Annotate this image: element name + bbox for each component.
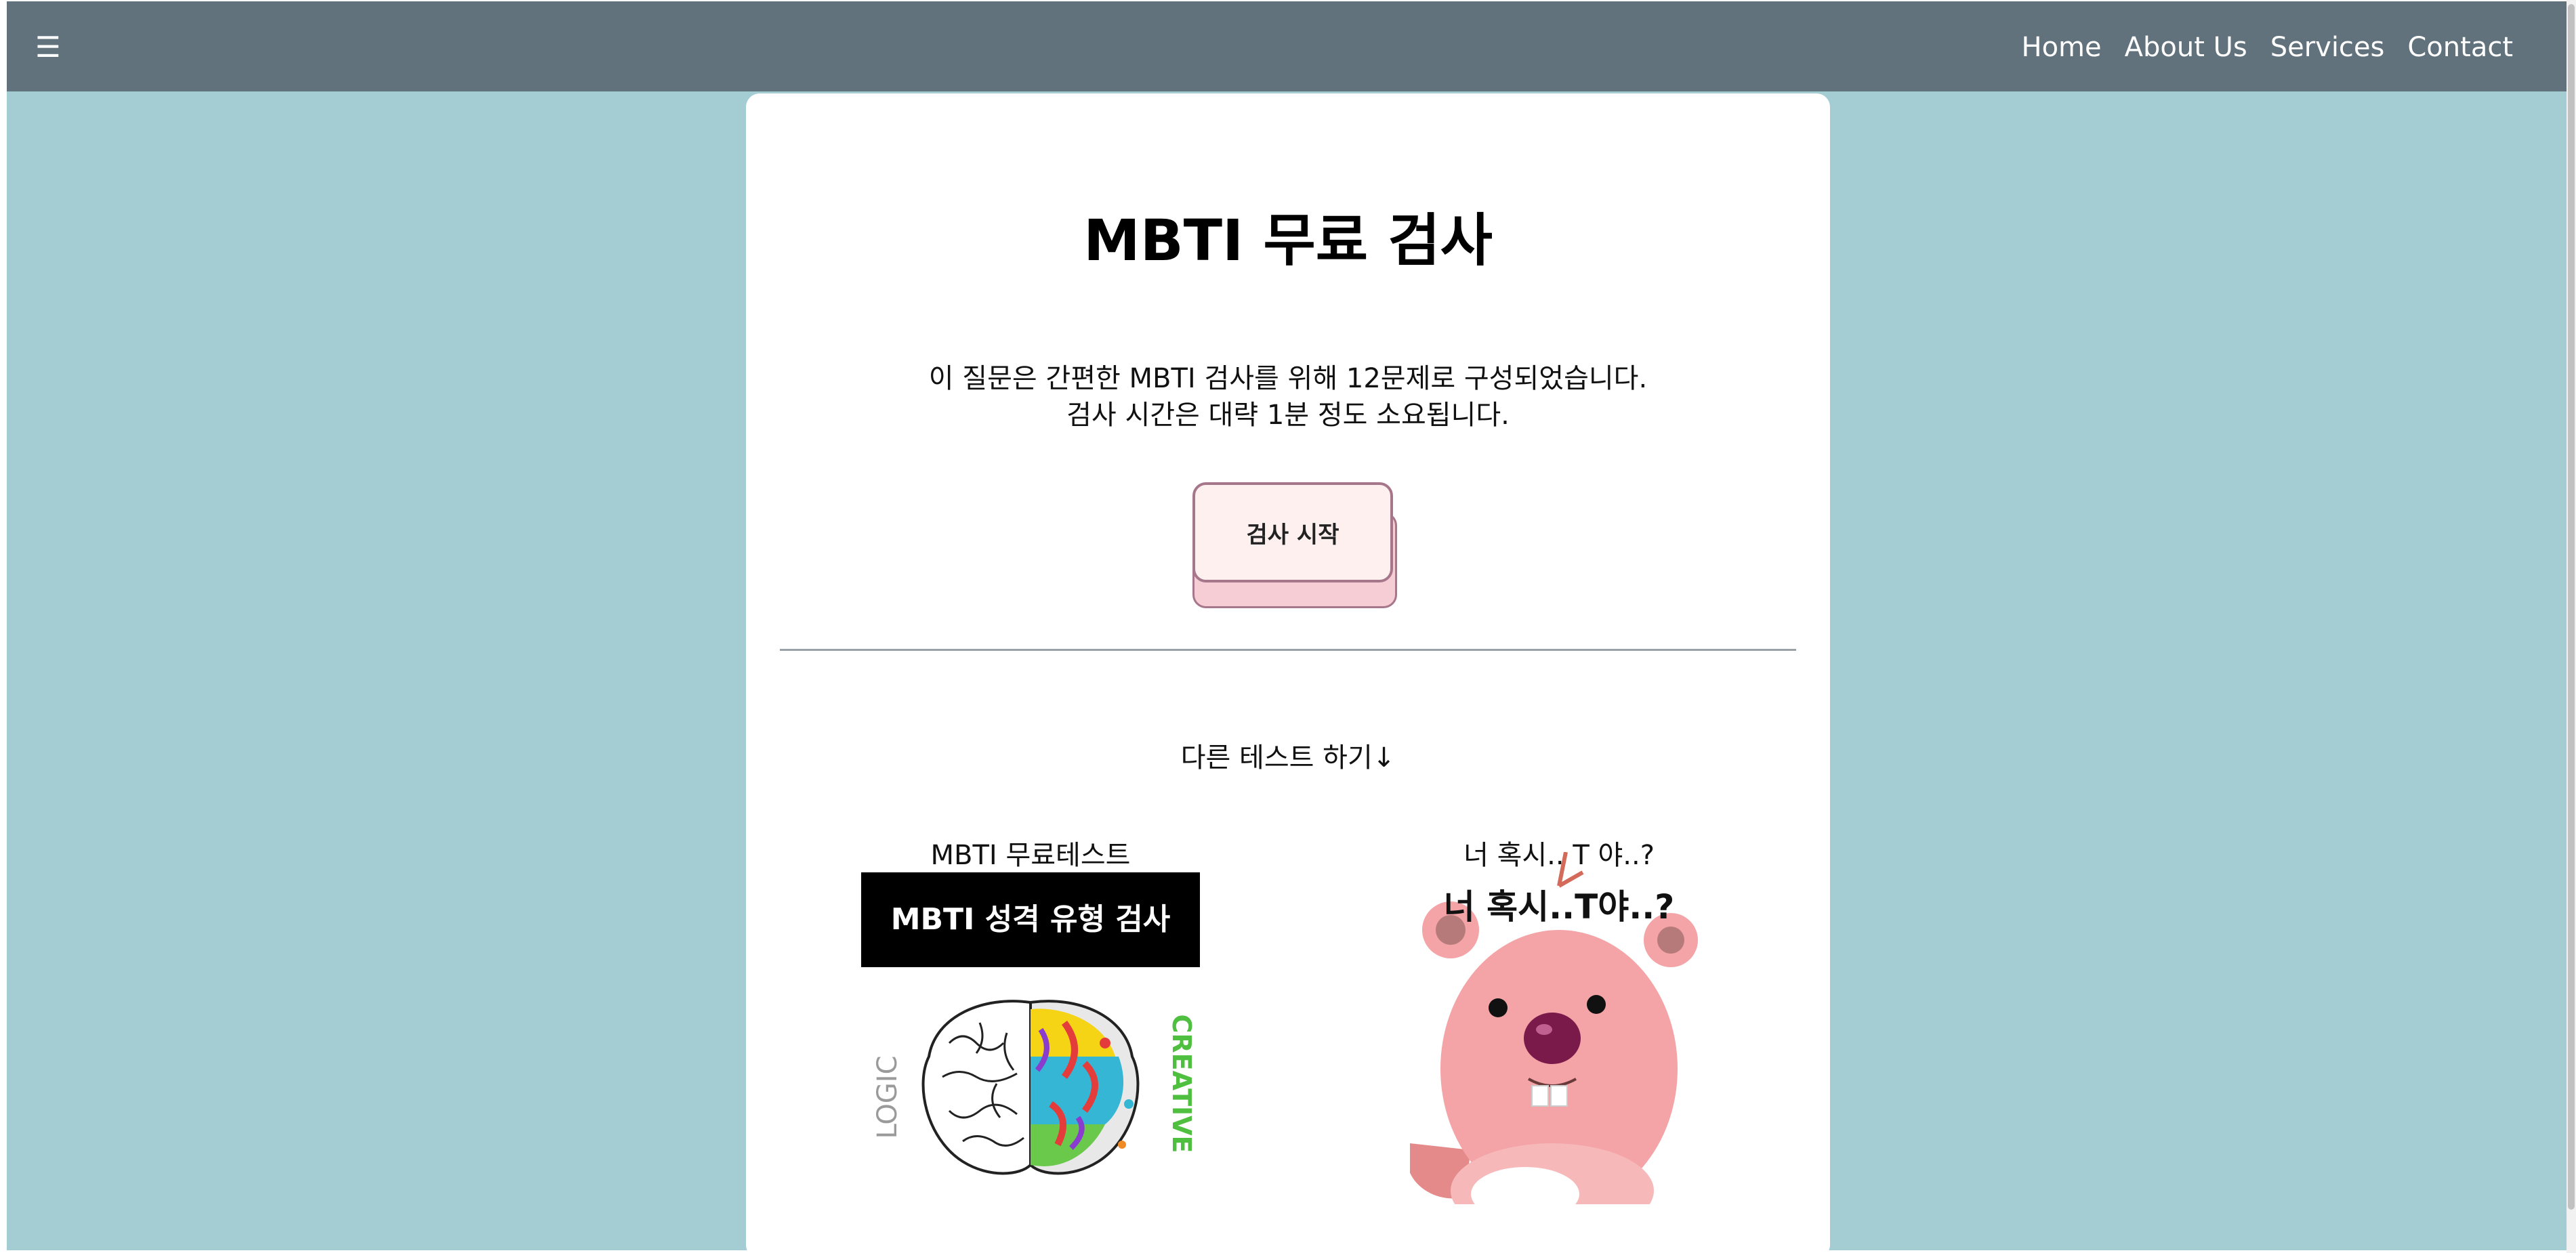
start-button-wrapper: 검사 시작	[1192, 482, 1397, 608]
nav-links: Home About Us Services Contact	[2021, 27, 2513, 68]
nav-link-services[interactable]: Services	[2270, 27, 2385, 68]
content-card: MBTI 무료 검사 이 질문은 간편한 MBTI 검사를 위해 12문제로 구…	[746, 93, 1830, 1250]
beaver-image: 너 혹시..T야..?	[1407, 851, 1698, 1238]
page-title: MBTI 무료 검사	[1083, 207, 1493, 274]
beaver-caption: 너 혹시..T야..?	[1444, 887, 1675, 927]
section-divider	[780, 649, 1796, 651]
intro-text-line-1: 이 질문은 간편한 MBTI 검사를 위해 12문제로 구성되었습니다.	[928, 363, 1648, 394]
top-navbar: ☰ Home About Us Services Contact	[7, 1, 2567, 91]
start-test-button[interactable]: 검사 시작	[1192, 482, 1393, 582]
intro-text-line-2: 검사 시간은 대략 1분 정도 소요됩니다.	[1066, 400, 1510, 431]
nav-link-contact[interactable]: Contact	[2407, 27, 2513, 68]
test-title-mbti: MBTI 무료테스트	[930, 840, 1131, 871]
mbti-banner: MBTI 성격 유형 검사	[861, 872, 1200, 967]
nav-link-about-us[interactable]: About Us	[2125, 27, 2247, 68]
creative-label: CREATIVE	[1167, 1015, 1197, 1153]
hamburger-icon[interactable]: ☰	[35, 27, 61, 68]
logic-label: LOGIC	[872, 1055, 903, 1139]
scrollbar-thumb[interactable]	[2568, 4, 2575, 1210]
brain-illustration: LOGIC CREATIVE	[861, 982, 1200, 1185]
nav-link-home[interactable]: Home	[2021, 27, 2101, 68]
test-card-mbti[interactable]: MBTI 무료테스트 MBTI 성격 유형 검사 LOGIC CREATIVE	[854, 833, 1207, 1185]
beaver-illustration: 너 혹시..T야..?	[1407, 851, 1708, 1238]
other-tests-label: 다른 테스트 하기↓	[1180, 742, 1396, 773]
page-background: ☰ Home About Us Services Contact MBTI 무료…	[7, 1, 2567, 1250]
brain-image: LOGIC CREATIVE	[872, 1000, 1197, 1175]
test-card-t[interactable]: 너 혹시.. T 야..? 너 혹시..T야..?	[1383, 833, 1735, 1238]
